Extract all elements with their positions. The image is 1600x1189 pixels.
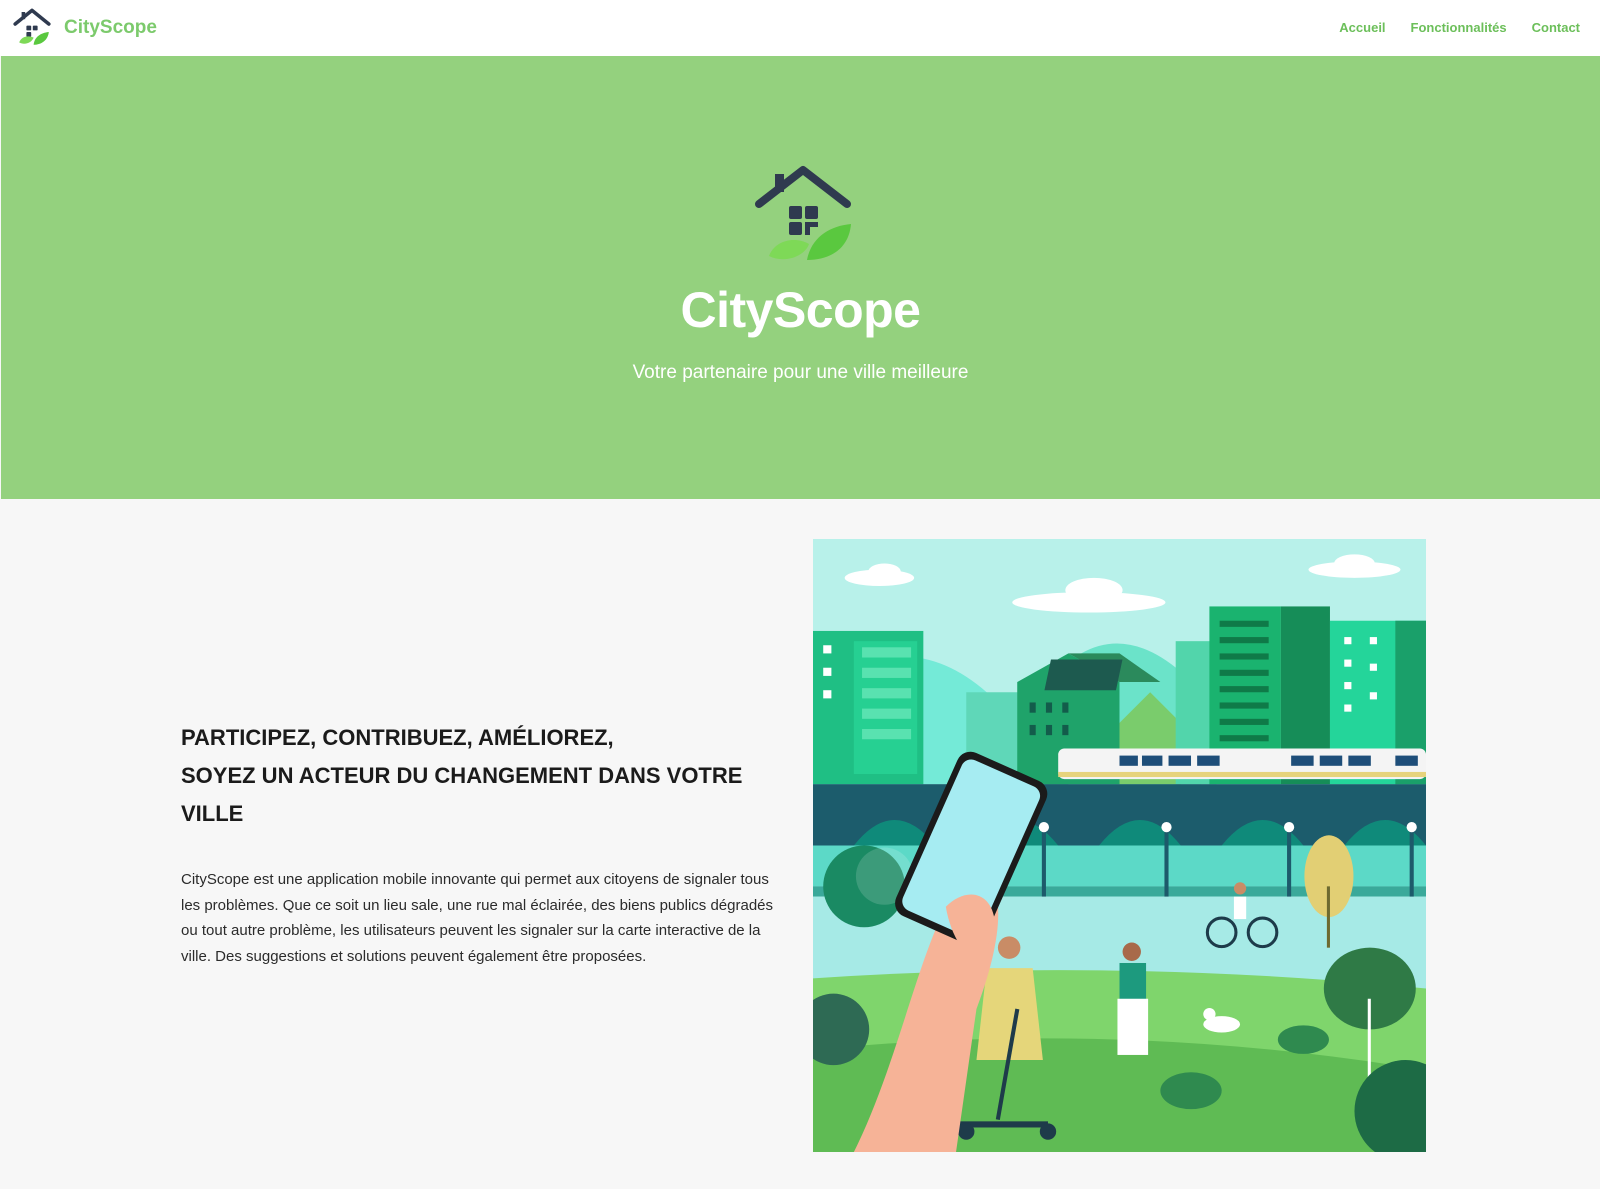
nav-link-fonctionnalites[interactable]: Fonctionnalités bbox=[1411, 20, 1507, 35]
brand-name: CityScope bbox=[64, 17, 157, 38]
section-headline: PARTICIPEZ, CONTRIBUEZ, AMÉLIOREZ, SOYEZ… bbox=[181, 719, 781, 833]
house-leaf-icon bbox=[13, 8, 51, 45]
headline-line: PARTICIPEZ, CONTRIBUEZ, AMÉLIOREZ, bbox=[181, 725, 614, 750]
hero-banner: CityScope Votre partenaire pour une vill… bbox=[1, 56, 1600, 499]
about-section: PARTICIPEZ, CONTRIBUEZ, AMÉLIOREZ, SOYEZ… bbox=[1, 499, 1600, 1189]
hero-subtitle: Votre partenaire pour une ville meilleur… bbox=[632, 362, 969, 383]
navbar: CityScope Accueil Fonctionnalités Contac… bbox=[0, 0, 1600, 56]
nav-link-accueil[interactable]: Accueil bbox=[1339, 20, 1385, 35]
section-description: CityScope est une application mobile inn… bbox=[181, 871, 774, 965]
house-leaf-icon bbox=[755, 166, 851, 260]
nav-link-contact[interactable]: Contact bbox=[1532, 20, 1580, 35]
hero-title: CityScope bbox=[680, 282, 921, 338]
headline-line: SOYEZ UN ACTEUR DU CHANGEMENT DANS VOTRE… bbox=[181, 763, 743, 826]
city-illustration bbox=[813, 539, 1426, 1152]
brand-link[interactable]: CityScope bbox=[12, 8, 157, 48]
nav-menu: Accueil Fonctionnalités Contact bbox=[1314, 0, 1580, 54]
